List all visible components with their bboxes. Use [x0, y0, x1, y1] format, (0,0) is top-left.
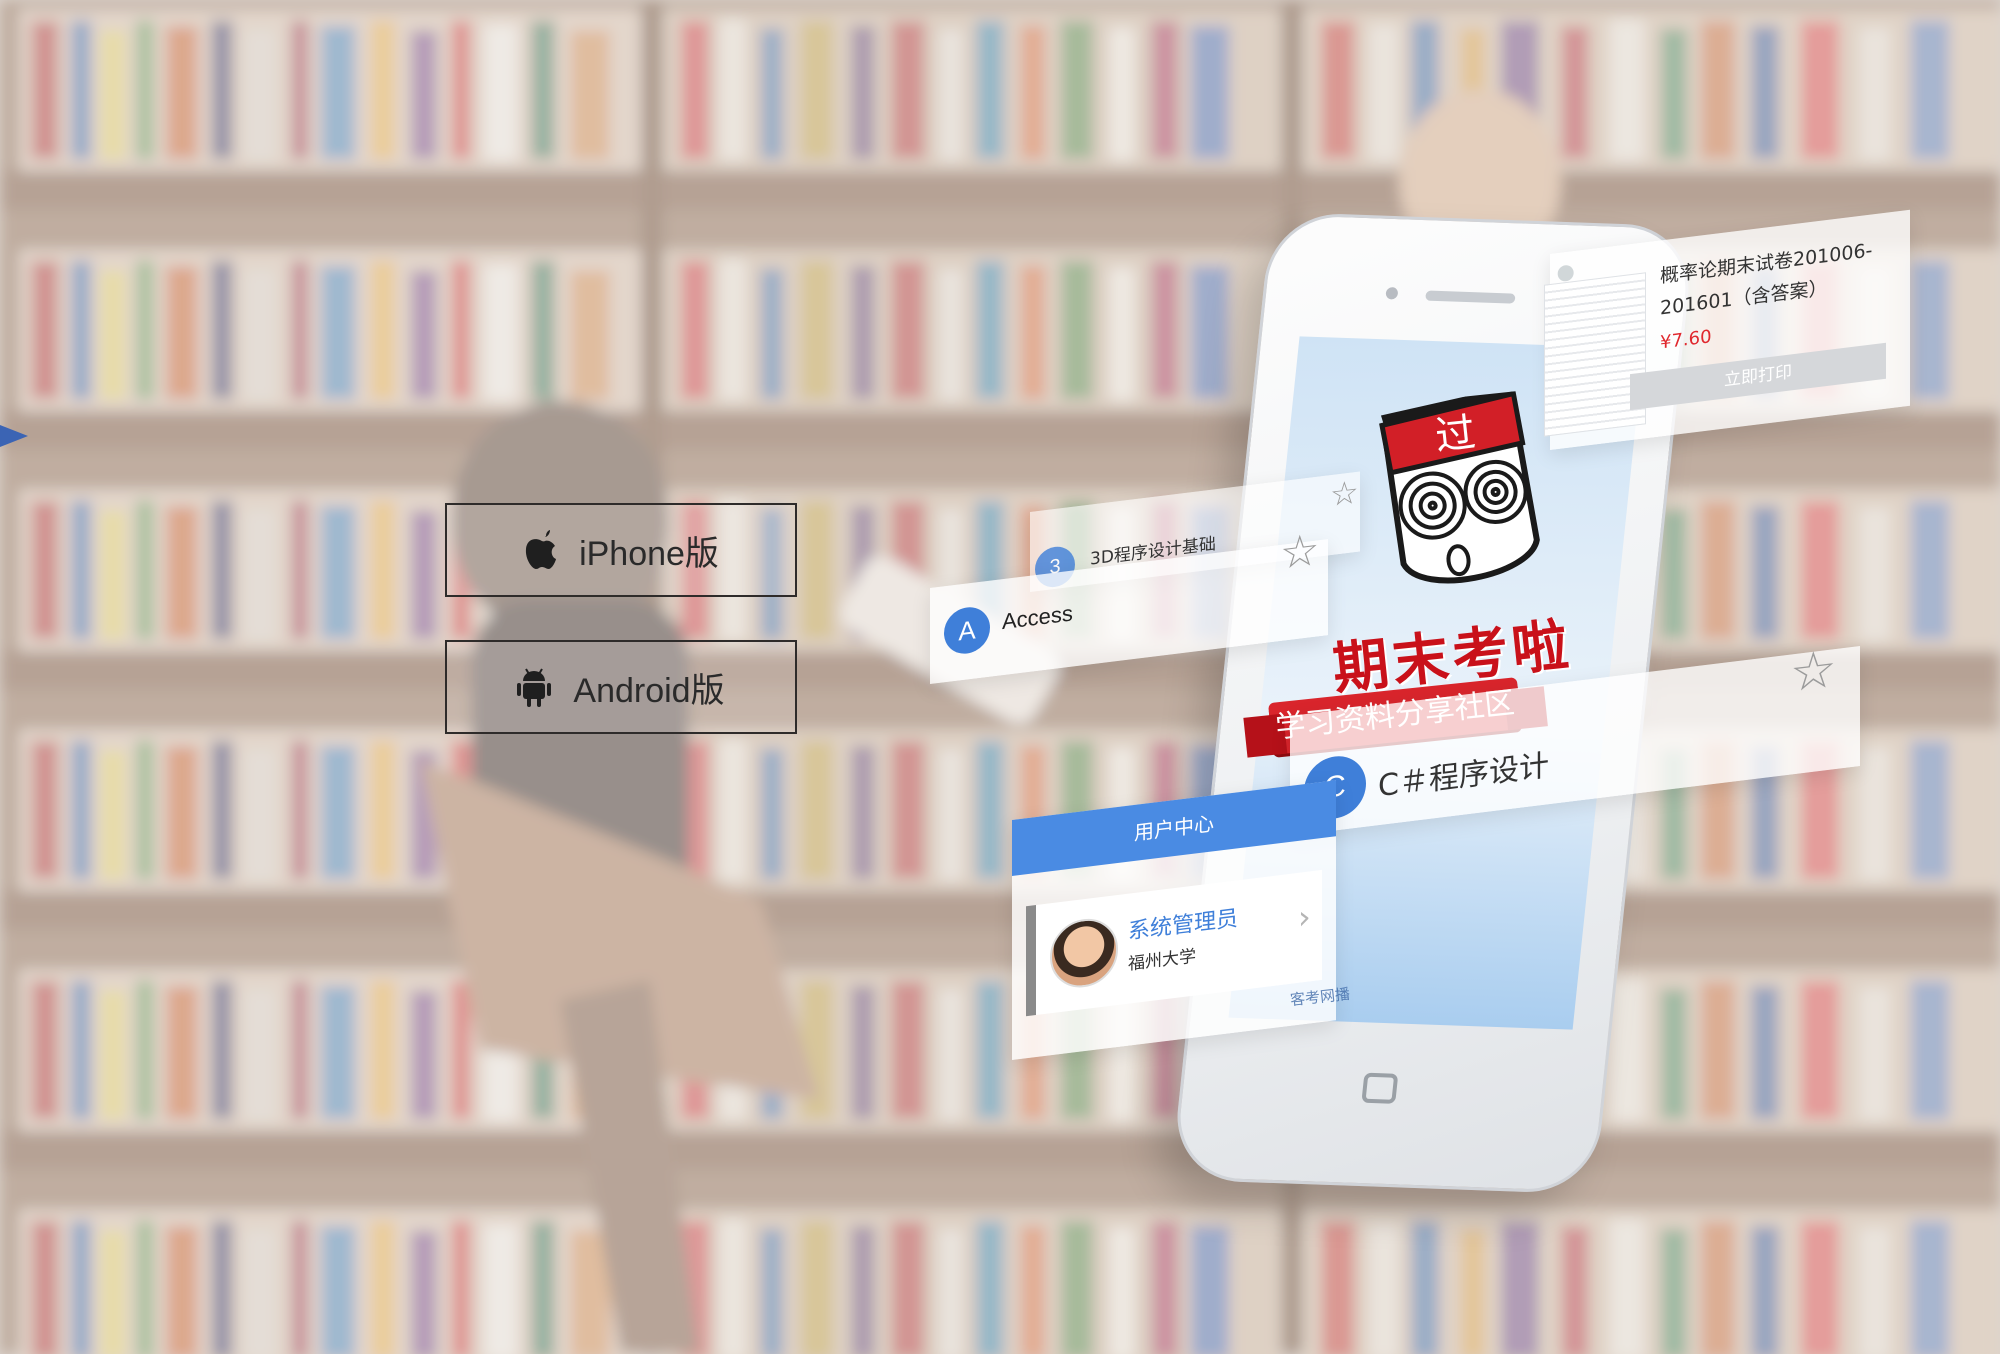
user-name: 系统管理员 — [1128, 906, 1239, 945]
chevron-right-icon: › — [1298, 897, 1311, 937]
avatar — [1050, 914, 1118, 992]
app-logo-text: 过 — [1433, 410, 1478, 460]
android-download-button[interactable]: Android版 — [445, 640, 797, 734]
print-now-button[interactable]: 立即打印 — [1630, 342, 1886, 411]
course-title: C＃程序设计 — [1378, 748, 1549, 805]
exam-paper-price: ¥7.60 — [1660, 326, 1712, 354]
favorite-star-icon[interactable]: ☆ — [1280, 524, 1319, 580]
iphone-download-button[interactable]: iPhone版 — [445, 503, 797, 597]
phone-home-button — [1361, 1072, 1399, 1104]
user-profile-row[interactable]: 系统管理员 福州大学 › — [1026, 869, 1322, 1017]
favorite-star-icon[interactable]: ☆ — [1790, 639, 1837, 705]
phone-speaker — [1425, 290, 1516, 304]
course-letter-badge: A — [944, 604, 990, 657]
apple-icon — [523, 530, 557, 570]
iphone-download-label: iPhone版 — [579, 534, 719, 573]
user-school: 福州大学 — [1128, 946, 1196, 975]
left-edge-marker — [0, 425, 28, 447]
course-title: Access — [1002, 600, 1073, 635]
user-center-card[interactable]: 用户中心 系统管理员 福州大学 › — [1012, 780, 1336, 1060]
phone-sensor — [1385, 287, 1399, 300]
app-logo: 过 — [1362, 385, 1552, 607]
exam-paper-title: 概率论期末试卷201006-201601（含答案） — [1660, 239, 1873, 320]
exam-paper-thumbnail — [1544, 272, 1646, 437]
favorite-star-icon[interactable]: ☆ — [1330, 473, 1359, 515]
android-download-label: Android版 — [573, 671, 725, 710]
android-icon — [517, 667, 552, 707]
